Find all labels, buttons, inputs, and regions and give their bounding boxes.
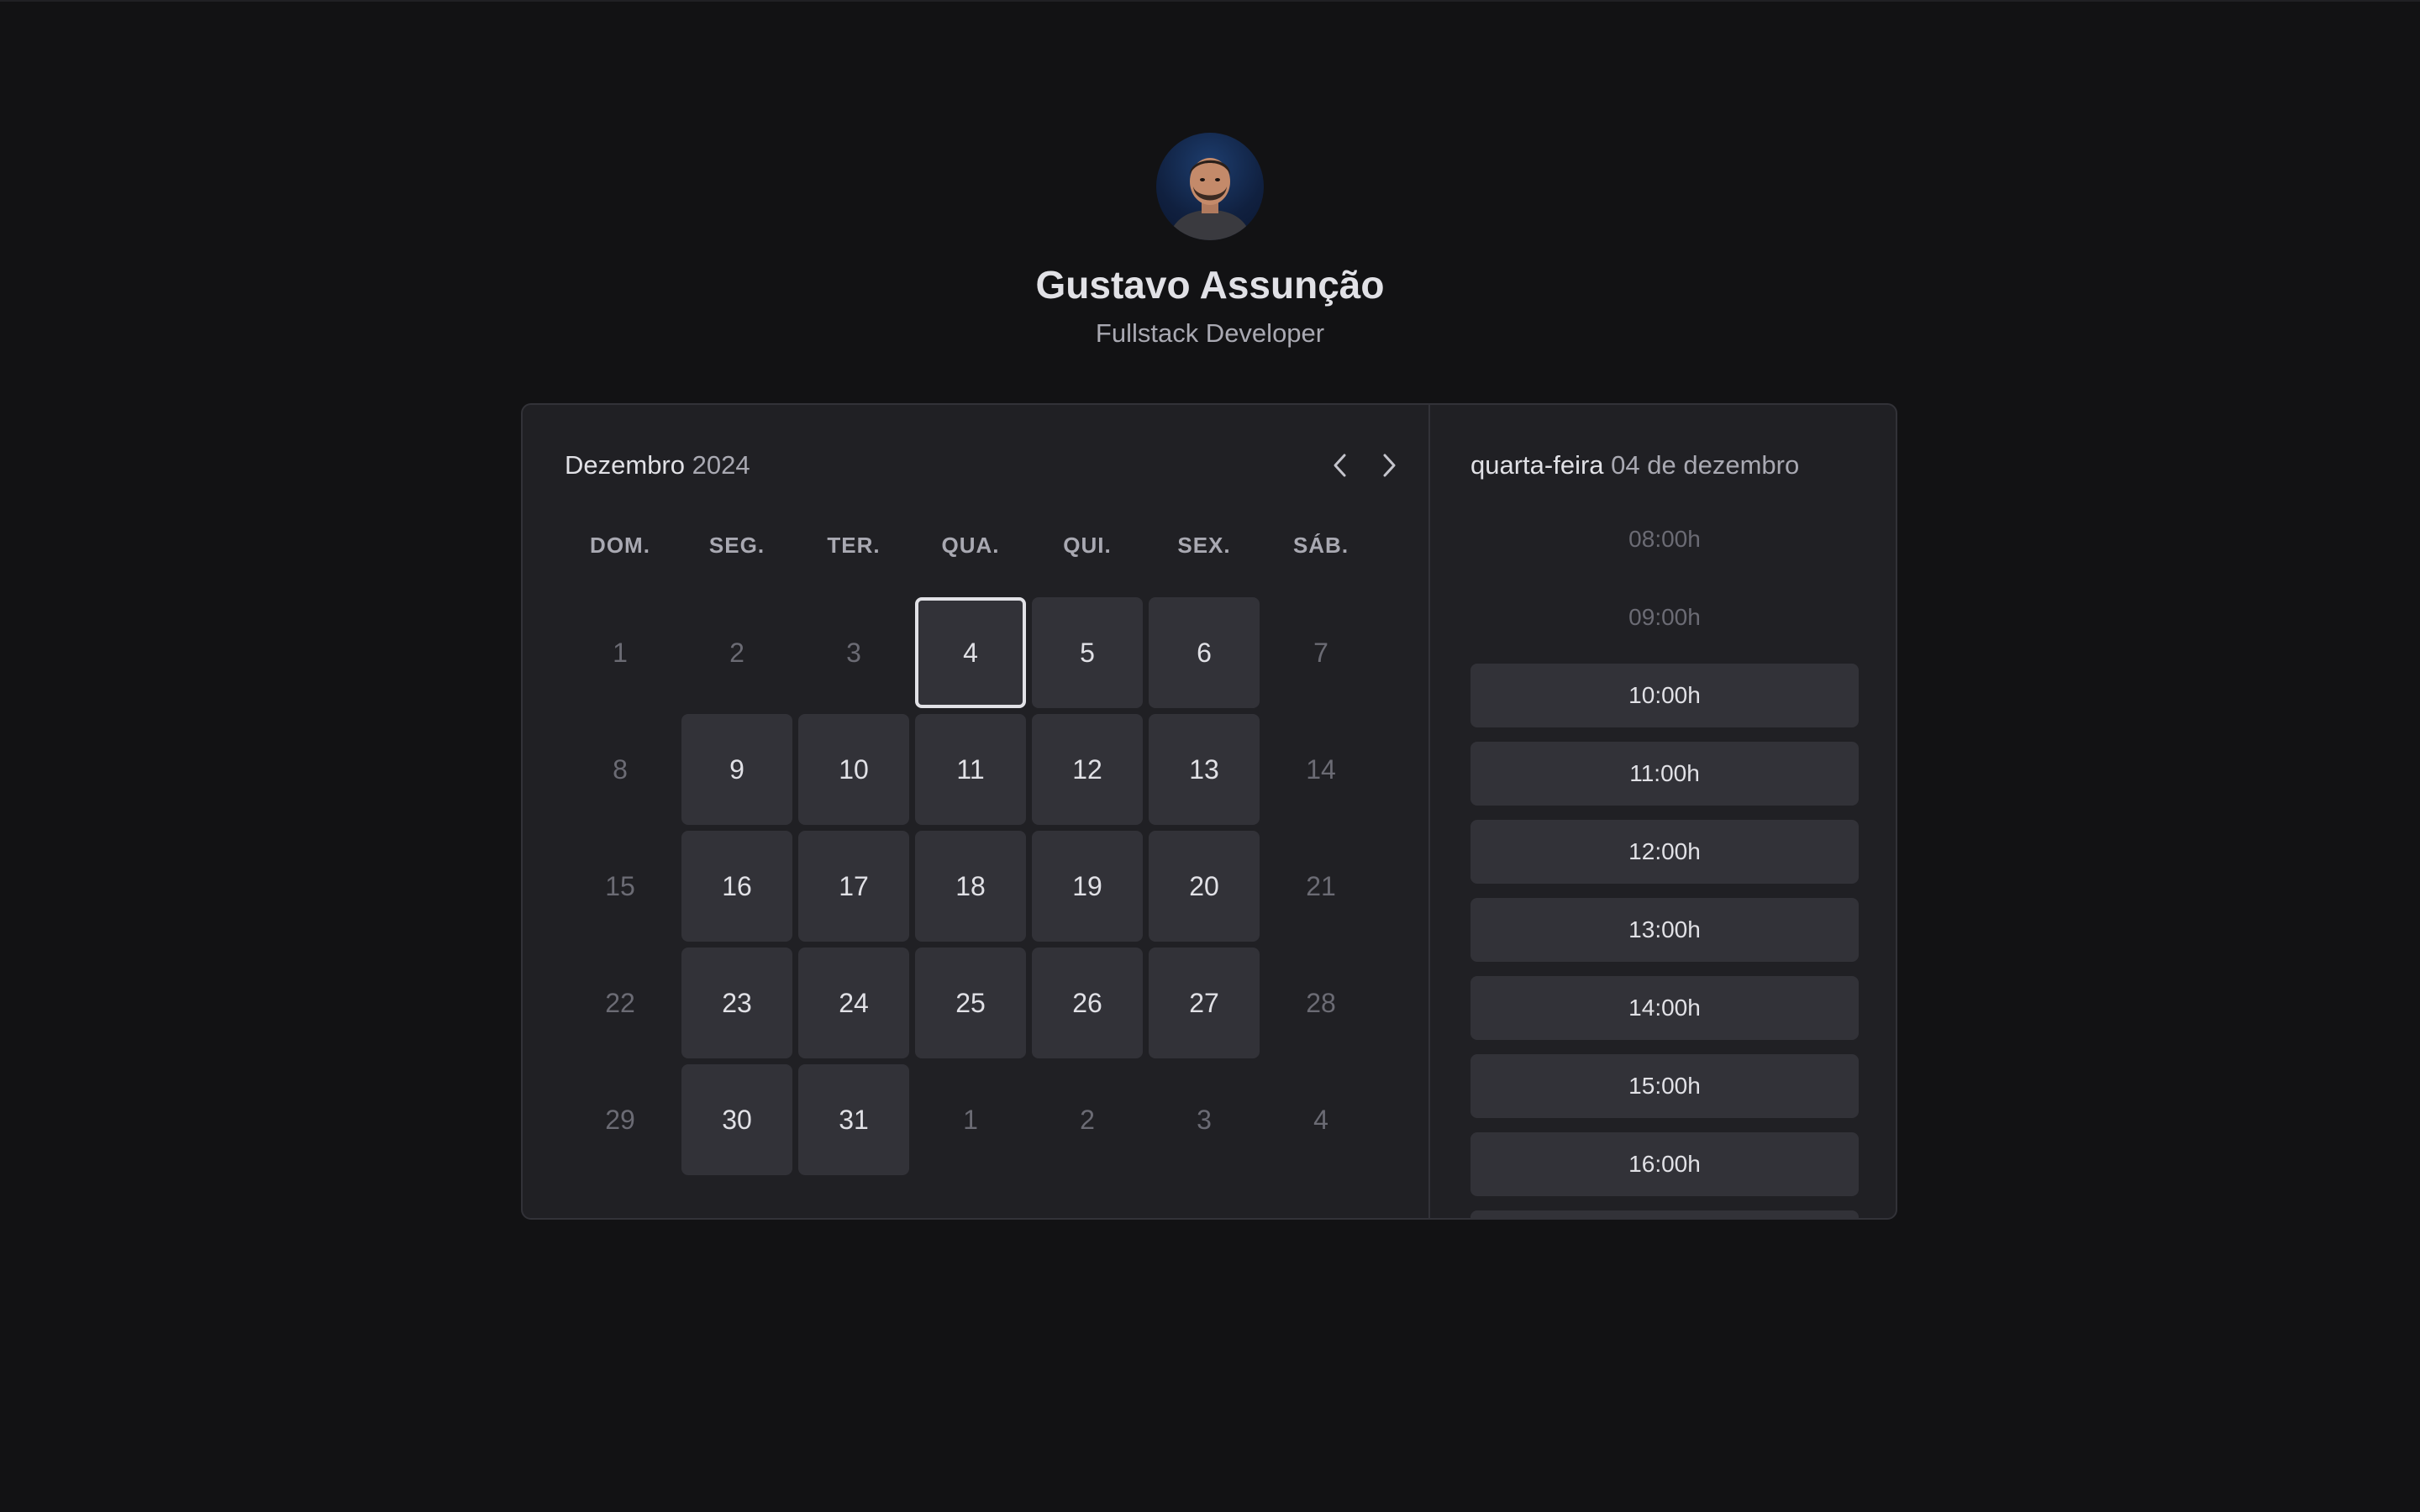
calendar-day[interactable]: 6 bbox=[1149, 597, 1260, 708]
calendar-day[interactable]: 24 bbox=[798, 948, 909, 1058]
selected-weekday: quarta-feira bbox=[1470, 450, 1604, 480]
selected-date: 04 de dezembro bbox=[1611, 450, 1800, 480]
calendar-day[interactable]: 31 bbox=[798, 1064, 909, 1175]
calendar-day[interactable]: 13 bbox=[1149, 714, 1260, 825]
calendar-day[interactable]: 16 bbox=[681, 831, 792, 942]
calendar-title: Dezembro 2024 bbox=[565, 447, 1405, 484]
calendar-day[interactable]: 5 bbox=[1032, 597, 1143, 708]
calendar-day[interactable]: 20 bbox=[1149, 831, 1260, 942]
weekday-header: DOM. bbox=[590, 533, 650, 558]
previous-month-button[interactable] bbox=[1324, 447, 1356, 484]
calendar-day: 3 bbox=[1197, 1104, 1212, 1135]
weekday-header: SEG. bbox=[708, 533, 765, 558]
calendar-day: 15 bbox=[605, 870, 635, 901]
top-border bbox=[0, 0, 2420, 2]
time-slot-button[interactable]: 10:00h bbox=[1470, 664, 1859, 727]
time-picker: quarta-feira 04 de dezembro 08:00h 09:00h… bbox=[1430, 405, 1896, 1218]
calendar-day[interactable]: 26 bbox=[1032, 948, 1143, 1058]
chevron-right-icon bbox=[1383, 454, 1396, 477]
time-slot-button[interactable]: 16:00h bbox=[1470, 1132, 1859, 1196]
avatar-photo bbox=[1168, 158, 1252, 240]
time-slot-button[interactable]: 11:00h bbox=[1470, 742, 1859, 806]
calendar-day: 3 bbox=[846, 637, 861, 668]
calendar-month: Dezembro bbox=[565, 450, 685, 480]
weekday-header: TER. bbox=[827, 533, 881, 558]
calendar-day[interactable]: 9 bbox=[681, 714, 792, 825]
avatar bbox=[1156, 133, 1264, 240]
time-slot-button: 09:00h bbox=[1628, 604, 1701, 630]
calendar-day[interactable]: 25 bbox=[915, 948, 1026, 1058]
time-slot-button[interactable]: 15:00h bbox=[1470, 1054, 1859, 1118]
calendar-day: 7 bbox=[1313, 637, 1328, 668]
calendar-day: 29 bbox=[605, 1104, 635, 1135]
weekday-header: QUA. bbox=[941, 533, 1000, 558]
calendar-day: 4 bbox=[1313, 1104, 1328, 1135]
time-slot-button: 08:00h bbox=[1628, 526, 1701, 552]
time-slot-button[interactable]: 13:00h bbox=[1470, 898, 1859, 962]
time-slot-list: 08:00h 09:00h 10:00h 11:00h 12:00h 13:00h 14:0… bbox=[1470, 507, 1859, 1218]
calendar-day[interactable]: 30 bbox=[681, 1064, 792, 1175]
time-picker-header: quarta-feira 04 de dezembro bbox=[1470, 447, 1799, 484]
calendar-day[interactable]: 18 bbox=[915, 831, 1026, 942]
calendar-day: 28 bbox=[1306, 987, 1336, 1018]
calendar-day[interactable]: 11 bbox=[915, 714, 1026, 825]
calendar-day: 2 bbox=[1080, 1104, 1095, 1135]
time-slot-button[interactable] bbox=[1470, 1210, 1859, 1218]
calendar-day[interactable]: 27 bbox=[1149, 948, 1260, 1058]
weekday-header: SEX. bbox=[1177, 533, 1231, 558]
calendar-day: 14 bbox=[1306, 753, 1336, 785]
calendar-day-selected[interactable]: 4 bbox=[915, 597, 1026, 708]
calendar-day: 22 bbox=[605, 987, 635, 1018]
chevron-left-icon bbox=[1334, 454, 1346, 477]
calendar-year: 2024 bbox=[692, 450, 750, 480]
calendar-day[interactable]: 12 bbox=[1032, 714, 1143, 825]
calendar-day: 1 bbox=[963, 1104, 978, 1135]
scheduling-card: Dezembro 2024 DOM. SEG. TER. QUA. QUI. SEX. SÁ… bbox=[521, 403, 1897, 1220]
next-month-button[interactable] bbox=[1373, 447, 1405, 484]
calendar-header: Dezembro 2024 bbox=[565, 447, 1405, 484]
calendar: Dezembro 2024 DOM. SEG. TER. QUA. QUI. SEX. SÁ… bbox=[523, 405, 1428, 1218]
calendar-day: 2 bbox=[729, 637, 744, 668]
calendar-day[interactable]: 19 bbox=[1032, 831, 1143, 942]
time-slot-button[interactable]: 12:00h bbox=[1470, 820, 1859, 884]
calendar-day[interactable]: 10 bbox=[798, 714, 909, 825]
weekday-header: SÁB. bbox=[1292, 533, 1349, 558]
weekday-header: QUI. bbox=[1063, 533, 1112, 558]
calendar-nav bbox=[1324, 447, 1405, 484]
calendar-day: 21 bbox=[1306, 870, 1336, 901]
profile-name: Gustavo Assunção bbox=[1035, 263, 1385, 307]
calendar-day: 8 bbox=[613, 753, 628, 785]
profile-role: Fullstack Developer bbox=[1095, 318, 1325, 349]
calendar-day[interactable]: 17 bbox=[798, 831, 909, 942]
profile-header: Gustavo Assunção Fullstack Developer bbox=[0, 133, 2420, 350]
time-slot-button[interactable]: 14:00h bbox=[1470, 976, 1859, 1040]
calendar-day: 1 bbox=[613, 637, 628, 668]
calendar-day[interactable]: 23 bbox=[681, 948, 792, 1058]
